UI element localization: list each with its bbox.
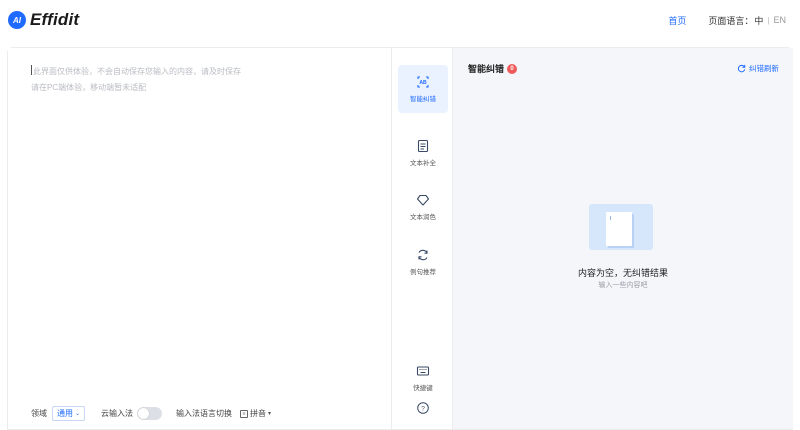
domain-label: 领域: [31, 409, 47, 418]
tool-label: 智能纠错: [410, 96, 436, 103]
header-nav: 首页 页面语言： 中 | EN: [668, 14, 786, 27]
result-title: 智能纠错: [468, 64, 505, 74]
page-language-label: 页面语言：: [708, 15, 754, 26]
help-button[interactable]: ?: [398, 393, 448, 423]
refresh-correction-button[interactable]: 纠错刷新: [737, 63, 779, 74]
tool-label: 快捷键: [413, 385, 433, 392]
ime-language-select[interactable]: ≡ 拼音 ▾: [240, 408, 271, 419]
ime-value: 拼音: [250, 409, 267, 418]
tool-text-polish[interactable]: 文本润色: [398, 183, 448, 231]
logo-mark-icon: AI: [8, 11, 26, 29]
empty-state-title: 内容为空，无纠错结果: [577, 268, 668, 278]
error-count-badge: 0: [507, 63, 518, 74]
tool-label: 文本补全: [410, 160, 436, 167]
help-icon: ?: [417, 402, 429, 414]
domain-select[interactable]: 通用 ⌄: [52, 406, 86, 421]
chevron-down-icon: ⌄: [75, 411, 81, 417]
effidit-logo[interactable]: AI Effidit: [8, 10, 79, 30]
lang-zh-option[interactable]: 中: [754, 14, 763, 27]
cloud-ime-label: 云输入法: [101, 409, 134, 418]
ime-keyboard-icon: ≡: [240, 409, 249, 418]
refresh-cycle-icon: [418, 249, 428, 261]
tool-sidebar: AB 智能纠错 文本补全 文本润色 例句推荐 快捷键 ?: [391, 48, 453, 429]
refresh-icon: [737, 64, 746, 73]
lang-divider: |: [767, 15, 770, 25]
domain-value: 通用: [57, 409, 73, 418]
workspace: 此界面仅供体验，不会自动保存您输入的内容，请及时保存 请在PC端体验，移动端暂未…: [7, 47, 793, 430]
tool-example-sentences[interactable]: 例句推荐: [398, 238, 448, 286]
placeholder-line-2: 请在PC端体验，移动端暂未适配: [31, 83, 147, 92]
nav-home-link[interactable]: 首页: [668, 14, 686, 27]
ab-check-icon: AB: [417, 76, 429, 88]
tool-smart-correction[interactable]: AB 智能纠错: [398, 65, 448, 113]
result-header: 智能纠错 0: [468, 62, 518, 75]
ime-switch-label: 输入法语言切换: [176, 409, 233, 418]
placeholder-line-1: 此界面仅供体验，不会自动保存您输入的内容，请及时保存: [33, 67, 241, 76]
empty-document-illustration: [589, 204, 653, 250]
keyboard-icon: [416, 366, 430, 376]
diamond-icon: [416, 194, 430, 206]
toggle-knob: [138, 408, 150, 419]
cloud-ime-toggle[interactable]: [137, 407, 163, 420]
text-editor[interactable]: 此界面仅供体验，不会自动保存您输入的内容，请及时保存 请在PC端体验，移动端暂未…: [8, 48, 391, 429]
top-header: AI Effidit 首页 页面语言： 中 | EN: [0, 0, 800, 40]
tool-label: 例句推荐: [410, 269, 436, 276]
logo-text: Effidit: [30, 10, 80, 29]
document-icon: [606, 212, 632, 246]
refresh-label: 纠错刷新: [749, 64, 779, 73]
svg-text:?: ?: [421, 405, 425, 412]
document-list-icon: [417, 139, 429, 153]
caret-down-icon: ▾: [268, 411, 272, 417]
svg-text:AB: AB: [419, 80, 427, 86]
tool-label: 文本润色: [410, 214, 436, 221]
result-panel: 智能纠错 0 纠错刷新 内容为空，无纠错结果 输入一些内容吧: [453, 48, 793, 429]
empty-state-subtitle: 输入一些内容吧: [598, 282, 648, 289]
editor-placeholder[interactable]: 此界面仅供体验，不会自动保存您输入的内容，请及时保存 请在PC端体验，移动端暂未…: [31, 64, 361, 96]
text-caret: [31, 65, 32, 75]
tool-text-completion[interactable]: 文本补全: [398, 129, 448, 177]
editor-footer: 领域 通用 ⌄ 云输入法 输入法语言切换 ≡ 拼音 ▾: [31, 406, 271, 421]
lang-en-option[interactable]: EN: [773, 15, 786, 25]
